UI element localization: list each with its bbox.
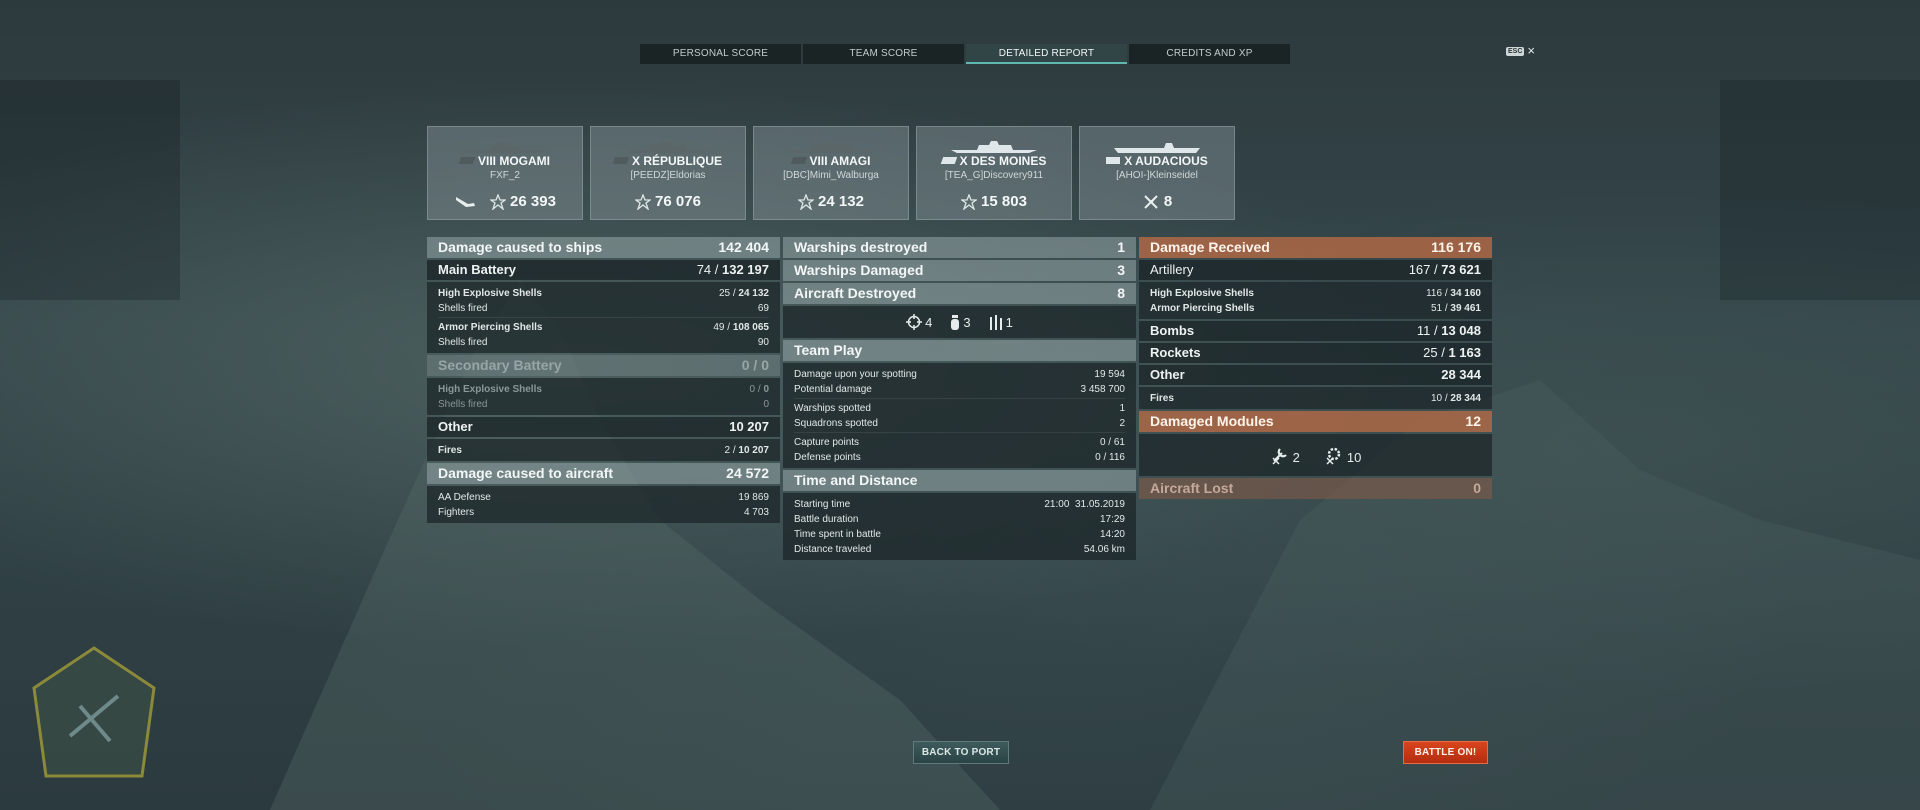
damage-to-aircraft-header: Damage caused to aircraft 24 572	[427, 463, 780, 484]
ship-cards: VIII MOGAMI FXF_2 26 393 X RÉPUBLIQUE [P…	[427, 126, 1235, 220]
gear-crossed-icon	[1326, 447, 1341, 465]
damaged-modules-header: Damaged Modules 12	[1139, 411, 1492, 432]
battleship-silhouette-icon	[788, 141, 874, 153]
ship-class-badge-icon	[32, 646, 156, 778]
close-button[interactable]: ESC ×	[1506, 43, 1535, 58]
player-name: [TEA_G]Discovery911	[944, 170, 1044, 181]
ribbon-icon	[635, 193, 652, 210]
main-battery-details: High Explosive Shells 25 / 24 132 Shells …	[427, 282, 780, 353]
aircraft-lost-header: Aircraft Lost 0	[1139, 478, 1492, 499]
warships-damaged-row: Warships Damaged 3	[783, 260, 1136, 281]
secondary-battery-header: Secondary Battery 0 / 0	[427, 355, 780, 376]
nation-flag-icon	[940, 157, 957, 164]
ship-damage-value: 26 393	[510, 193, 556, 210]
rockets-row: Rockets 25 / 1 163	[1139, 343, 1492, 363]
ship-name: X AUDACIOUS	[1124, 154, 1208, 168]
fires-details: Fires 2 / 10 207	[427, 439, 780, 461]
ship-card-des-moines[interactable]: X DES MOINES [TEA_G]Discovery911 15 803	[916, 126, 1072, 220]
ribbon-icon	[798, 193, 815, 210]
ship-card-amagi[interactable]: VIII AMAGI [DBC]Mimi_Walburga 24 132	[753, 126, 909, 220]
fires-received-details: Fires 10 / 28 344	[1139, 387, 1492, 409]
player-name: [DBC]Mimi_Walburga	[783, 170, 879, 181]
plane-icon	[456, 196, 476, 207]
ship-name: X RÉPUBLIQUE	[631, 154, 722, 168]
team-play-details: Damage upon your spotting 19 594 Potentia…	[783, 363, 1136, 468]
damage-dealt-panel: Damage caused to ships 142 404 Main Batte…	[427, 237, 780, 525]
ship-damage-value: 15 803	[981, 193, 1027, 210]
artillery-row: Artillery 167 / 73 621	[1139, 260, 1492, 280]
wrench-icon	[1272, 448, 1287, 465]
ship-card-republique[interactable]: X RÉPUBLIQUE [PEEDZ]Eldorias 76 076	[590, 126, 746, 220]
team-play-header: Team Play	[783, 340, 1136, 361]
esc-key-label: ESC	[1506, 46, 1525, 56]
tab-detailed-report[interactable]: DETAILED REPORT	[966, 44, 1127, 64]
back-to-port-button[interactable]: BACK TO PORT	[913, 741, 1009, 764]
warships-destroyed-row: Warships destroyed 1	[783, 237, 1136, 258]
other-received-row: Other 28 344	[1139, 365, 1492, 385]
secondary-battery-details: High Explosive Shells 0 / 0 Shells fired 0	[427, 378, 780, 415]
tab-team-score[interactable]: TEAM SCORE	[803, 44, 964, 64]
player-name: [PEEDZ]Eldorias	[630, 170, 706, 181]
time-and-distance-details: Starting time 21:00 31.05.2019 Battle dur…	[783, 493, 1136, 560]
aircraft-destroyed-breakdown: 4 3 1	[783, 306, 1136, 338]
artillery-details: High Explosive Shells 116 / 34 160 Armor …	[1139, 282, 1492, 319]
bomb-icon	[951, 315, 960, 330]
cruiser-silhouette-icon	[951, 141, 1037, 153]
damage-received-panel: Damage Received 116 176 Artillery 167 / 73…	[1139, 237, 1492, 501]
nation-flag-icon	[612, 157, 630, 164]
ship-name: VIII MOGAMI	[478, 154, 550, 168]
nation-flag-icon	[1106, 157, 1121, 164]
damage-to-ships-header: Damage caused to ships 142 404	[427, 237, 780, 258]
tab-credits-and-xp[interactable]: CREDITS AND XP	[1129, 44, 1290, 64]
ribbon-icon	[961, 193, 978, 210]
report-tabs: PERSONAL SCORE TEAM SCORE DETAILED REPOR…	[640, 44, 1292, 64]
nation-flag-icon	[458, 157, 476, 164]
time-and-distance-header: Time and Distance	[783, 470, 1136, 491]
other-damage-row: Other 10 207	[427, 417, 780, 437]
ship-damage-value: 8	[1163, 193, 1173, 210]
aircraft-damage-details: AA Defense 19 869 Fighters 4 703	[427, 486, 780, 523]
ship-card-audacious[interactable]: X AUDACIOUS [AHOI-]Kleinseidel 8	[1079, 126, 1235, 220]
ship-name: VIII AMAGI	[809, 154, 871, 168]
damaged-modules-breakdown: 2 10	[1139, 434, 1492, 476]
ribbon-icon	[490, 193, 507, 210]
close-icon: ×	[1527, 43, 1535, 58]
ship-damage-value: 76 076	[655, 193, 701, 210]
rocket-icon	[989, 315, 1002, 330]
carrier-silhouette-icon	[1114, 143, 1200, 153]
battle-button[interactable]: BATTLE ON!	[1403, 741, 1488, 764]
player-name: [AHOI-]Kleinseidel	[1116, 170, 1198, 181]
ship-name: X DES MOINES	[959, 154, 1047, 168]
nation-flag-icon	[790, 157, 807, 164]
tab-personal-score[interactable]: PERSONAL SCORE	[640, 44, 801, 64]
plane-crossed-icon	[1144, 194, 1158, 209]
cruiser-silhouette-icon	[462, 142, 548, 153]
damage-received-header: Damage Received 116 176	[1139, 237, 1492, 258]
main-battery-row: Main Battery 74 / 132 197	[427, 260, 780, 280]
ship-card-mogami[interactable]: VIII MOGAMI FXF_2 26 393	[427, 126, 583, 220]
player-name: FXF_2	[489, 170, 520, 181]
battleship-silhouette-icon	[625, 141, 711, 153]
bombs-row: Bombs 11 / 13 048	[1139, 321, 1492, 341]
ship-damage-value: 24 132	[818, 193, 864, 210]
aircraft-destroyed-row: Aircraft Destroyed 8	[783, 283, 1136, 304]
crosshair-icon	[906, 314, 923, 330]
battle-summary-panel: Warships destroyed 1 Warships Damaged 3 Ai…	[783, 237, 1136, 562]
